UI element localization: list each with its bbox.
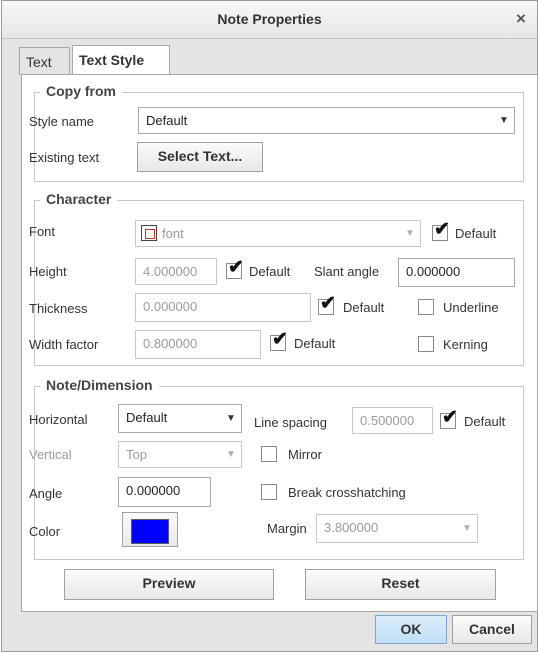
- width-default-checkbox[interactable]: ✔: [270, 330, 288, 351]
- note-properties-dialog: Note Properties × Text Text Style Copy f…: [1, 0, 538, 652]
- reset-button[interactable]: Reset: [305, 569, 496, 600]
- chevron-down-icon[interactable]: ▼: [494, 108, 514, 133]
- ok-button[interactable]: OK: [375, 615, 447, 644]
- checkmark-icon: ✔: [434, 219, 450, 240]
- existing-text-label: Existing text: [29, 150, 100, 165]
- break-crosshatching-checkbox[interactable]: [261, 484, 277, 500]
- margin-value: 3.800000: [324, 520, 379, 535]
- chevron-down-icon[interactable]: ▼: [457, 515, 477, 542]
- font-icon: [141, 225, 157, 241]
- checkmark-icon: ✔: [272, 329, 288, 350]
- font-label: Font: [29, 224, 56, 239]
- line-spacing-input[interactable]: 0.500000: [352, 407, 433, 434]
- note-dimension-legend: Note/Dimension: [40, 377, 159, 393]
- font-default-checkbox[interactable]: ✔: [432, 220, 450, 241]
- horizontal-dropdown[interactable]: Default ▼: [118, 404, 242, 433]
- kerning-checkbox[interactable]: [418, 336, 434, 352]
- angle-input[interactable]: 0.000000: [118, 477, 211, 507]
- mirror-checkbox[interactable]: [261, 446, 277, 462]
- vertical-label: Vertical: [29, 447, 72, 462]
- color-swatch: [131, 519, 169, 544]
- checkmark-icon: ✔: [320, 293, 336, 314]
- copy-from-group: [34, 92, 524, 182]
- mirror-label: Mirror: [288, 447, 322, 462]
- kerning-label: Kerning: [443, 337, 488, 352]
- height-default-label: Default: [249, 264, 291, 279]
- tab-text[interactable]: Text: [19, 47, 70, 75]
- thickness-input[interactable]: 0.000000: [135, 293, 311, 322]
- slant-angle-input[interactable]: 0.000000: [398, 258, 515, 287]
- height-default-checkbox[interactable]: ✔: [226, 258, 244, 279]
- preview-button[interactable]: Preview: [64, 569, 274, 600]
- text-style-panel: Copy from Style name Default ▼ Existing …: [21, 74, 538, 612]
- font-dropdown[interactable]: font ▼: [135, 220, 421, 247]
- font-value: font: [162, 226, 184, 241]
- thickness-default-checkbox[interactable]: ✔: [318, 294, 336, 315]
- thickness-default-label: Default: [343, 300, 385, 315]
- copy-from-legend: Copy from: [40, 83, 122, 99]
- font-default-label: Default: [455, 226, 497, 241]
- line-spacing-default-checkbox[interactable]: ✔: [440, 408, 458, 429]
- margin-dropdown[interactable]: 3.800000 ▼: [316, 514, 478, 543]
- close-icon[interactable]: ×: [510, 9, 532, 29]
- width-default-label: Default: [294, 336, 336, 351]
- title-bar[interactable]: Note Properties ×: [2, 1, 537, 39]
- line-spacing-label: Line spacing: [254, 415, 327, 430]
- width-factor-input[interactable]: 0.800000: [135, 330, 261, 359]
- chevron-down-icon[interactable]: ▼: [400, 221, 420, 246]
- height-input[interactable]: 4.000000: [135, 258, 217, 285]
- tab-text-style[interactable]: Text Style: [72, 45, 170, 75]
- horizontal-value: Default: [126, 410, 168, 425]
- color-label: Color: [29, 524, 61, 539]
- underline-checkbox[interactable]: [418, 299, 434, 315]
- break-crosshatching-label: Break crosshatching: [288, 485, 406, 500]
- checkmark-icon: ✔: [228, 257, 244, 278]
- cancel-button[interactable]: Cancel: [452, 615, 532, 644]
- style-name-value: Default: [146, 113, 188, 128]
- color-button[interactable]: [122, 512, 178, 547]
- chevron-down-icon[interactable]: ▼: [221, 442, 241, 467]
- underline-label: Underline: [443, 300, 499, 315]
- style-name-label: Style name: [29, 114, 95, 129]
- line-spacing-default-label: Default: [464, 414, 506, 429]
- style-name-dropdown[interactable]: Default ▼: [138, 107, 515, 134]
- thickness-label: Thickness: [29, 301, 88, 316]
- select-text-button[interactable]: Select Text...: [137, 142, 263, 172]
- margin-label: Margin: [267, 521, 307, 536]
- character-legend: Character: [40, 191, 118, 207]
- height-label: Height: [29, 264, 67, 279]
- slant-angle-label: Slant angle: [314, 264, 380, 279]
- angle-label: Angle: [29, 486, 63, 501]
- vertical-value: Top: [126, 447, 147, 462]
- vertical-dropdown[interactable]: Top ▼: [118, 441, 242, 468]
- checkmark-icon: ✔: [442, 407, 458, 428]
- window-title: Note Properties: [217, 11, 322, 27]
- width-factor-label: Width factor: [29, 337, 99, 352]
- chevron-down-icon[interactable]: ▼: [221, 405, 241, 432]
- horizontal-label: Horizontal: [29, 412, 88, 427]
